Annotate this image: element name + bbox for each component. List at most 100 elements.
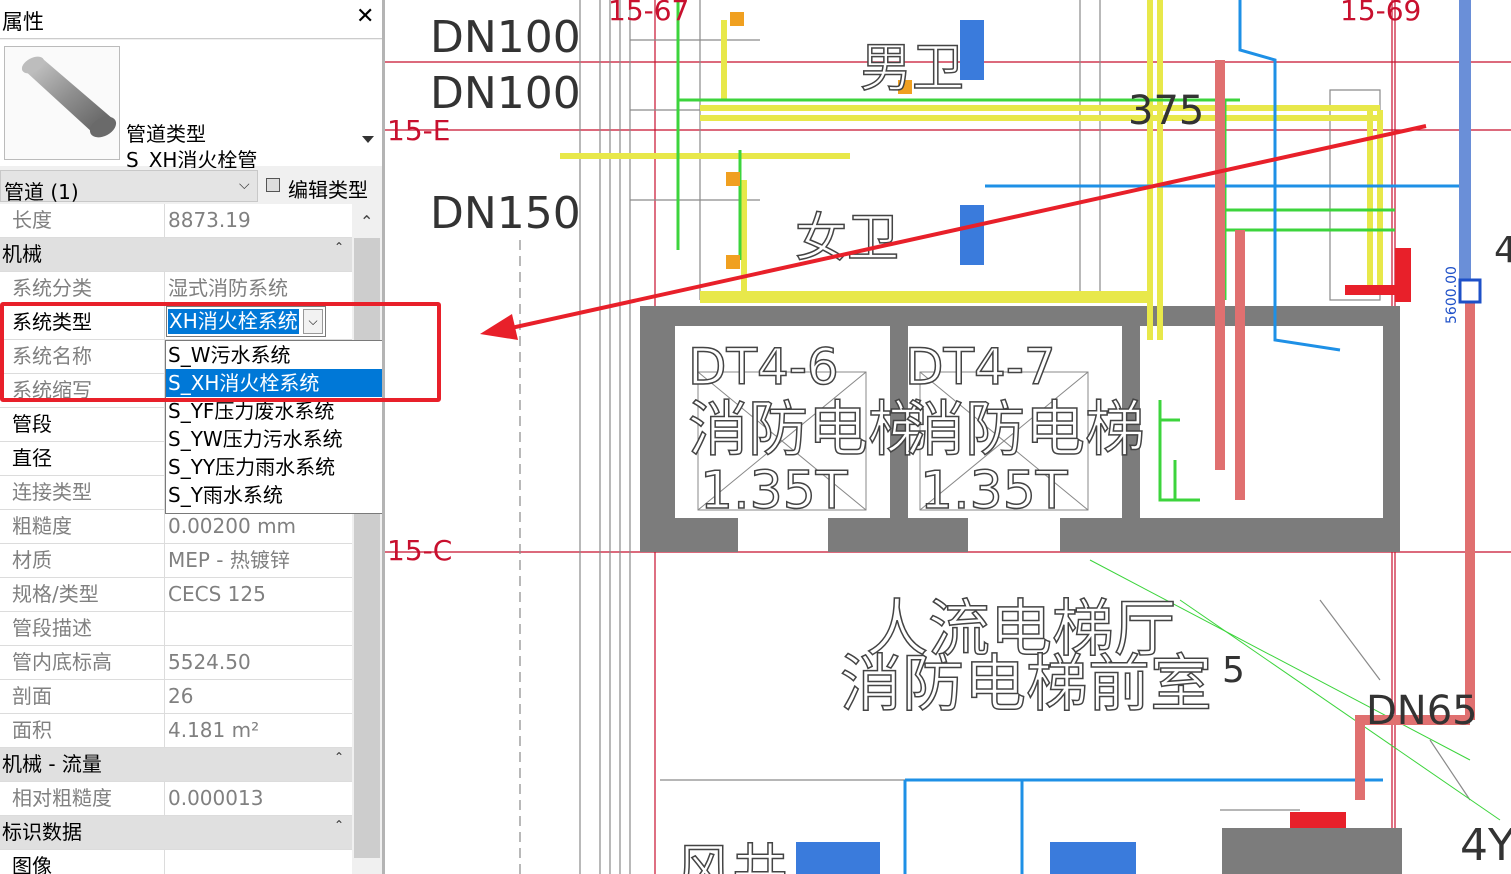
- dimension-375: 375: [1128, 88, 1204, 134]
- properties-panel: 属性 ✕ 管道类型 S_XH消火栓管 管道 (1) ⌵ 编辑类型 长度 8873…: [0, 0, 385, 874]
- property-label: 管内底标高: [0, 646, 165, 679]
- property-value: MEP - 热镀锌: [168, 548, 290, 572]
- edit-type-label: 编辑类型: [288, 178, 368, 202]
- group-label: 标识数据: [2, 820, 82, 844]
- property-row-material[interactable]: 材质 MEP - 热镀锌: [0, 544, 352, 578]
- elevator-name-2: 消防电梯: [905, 395, 1145, 465]
- room-label-women-wc: 女卫: [795, 209, 899, 269]
- room-label-wind-shaft: 风井: [676, 839, 788, 874]
- panel-title: 属性: [2, 10, 44, 34]
- property-row-image[interactable]: 图像: [0, 850, 352, 874]
- instance-filter-row: 管道 (1) ⌵ 编辑类型: [0, 168, 382, 204]
- grid-label-15-C: 15-C: [387, 534, 452, 567]
- edit-type-button[interactable]: 编辑类型: [262, 170, 380, 202]
- property-value: 8873.19: [168, 208, 251, 232]
- dropdown-option-selected[interactable]: S_XH消火栓系统: [166, 369, 382, 397]
- dropdown-option[interactable]: S_Y雨水系统: [166, 481, 382, 509]
- pipe-size-dn150: DN150: [430, 188, 581, 239]
- chevron-down-icon: ⌵: [239, 177, 250, 193]
- group-header-mechanical-flow[interactable]: 机械 - 流量 ⌃: [0, 748, 352, 782]
- property-value: 0.00200 mm: [168, 514, 297, 538]
- dropdown-option[interactable]: S_YW压力污水系统: [166, 425, 382, 453]
- collapse-icon[interactable]: ⌃: [334, 240, 344, 254]
- property-label: 粗糙度: [0, 510, 165, 543]
- property-row-length[interactable]: 长度 8873.19: [0, 204, 352, 238]
- elevator-id-dt47: DT4-7: [905, 338, 1056, 396]
- property-label: 长度: [0, 204, 165, 237]
- group-header-identity-data[interactable]: 标识数据 ⌃: [0, 816, 352, 850]
- property-value: 5524.50: [168, 650, 251, 674]
- collapse-icon[interactable]: ⌃: [334, 750, 344, 764]
- property-label: 系统缩写: [0, 374, 165, 407]
- number-4: 4: [1494, 230, 1511, 271]
- chevron-down-icon[interactable]: ⌵: [303, 309, 323, 334]
- property-label: 直径: [0, 442, 165, 475]
- grid-label-15-67: 15-67: [608, 0, 689, 27]
- property-value: 湿式消防系统: [168, 276, 288, 300]
- property-row-relative-roughness[interactable]: 相对粗糙度 0.000013: [0, 782, 352, 816]
- scroll-up-icon[interactable]: ⌃: [360, 212, 373, 231]
- property-value: 26: [168, 684, 194, 708]
- close-icon[interactable]: ✕: [356, 4, 374, 29]
- pipe-preview-icon: [21, 56, 117, 138]
- property-row-roughness[interactable]: 粗糙度 0.00200 mm: [0, 510, 352, 544]
- scrollbar-thumb[interactable]: [354, 238, 380, 858]
- property-row-section[interactable]: 剖面 26: [0, 680, 352, 714]
- panel-scrollbar[interactable]: ⌃: [352, 204, 382, 874]
- instance-filter-label: 管道 (1): [4, 180, 79, 204]
- system-type-combobox[interactable]: XH消火栓系统 ⌵: [166, 306, 326, 337]
- pipe-size-dn100-b: DN100: [430, 68, 581, 119]
- system-type-dropdown-list[interactable]: S_W污水系统 S_XH消火栓系统 S_YF压力废水系统 S_YW压力污水系统 …: [165, 340, 382, 514]
- property-label: 管段描述: [0, 612, 165, 645]
- group-header-mechanical[interactable]: 机械 ⌃: [0, 238, 352, 272]
- property-label: 相对粗糙度: [0, 782, 165, 815]
- property-label: 系统类型: [0, 306, 165, 339]
- type-family-label: 管道类型: [126, 122, 206, 146]
- edit-type-icon: [266, 178, 280, 192]
- edge-label-4y: 4Y: [1460, 820, 1511, 871]
- instance-filter-dropdown[interactable]: 管道 (1) ⌵: [0, 170, 258, 204]
- elevation-5600: 5600.00: [1444, 266, 1460, 324]
- dropdown-option[interactable]: S_W污水系统: [166, 341, 382, 369]
- property-label: 剖面: [0, 680, 165, 713]
- elevator-load-2: 1.35T: [920, 461, 1068, 521]
- property-value: CECS 125: [168, 582, 266, 606]
- dropdown-option[interactable]: S_YY压力雨水系统: [166, 453, 382, 481]
- drawing-canvas[interactable]: 15-67 15-69 15-E 15-C DN100 DN100 DN150 …: [385, 0, 1511, 874]
- property-value: [166, 850, 352, 874]
- room-label-anteroom: 消防电梯前室: [840, 647, 1212, 720]
- property-label: 图像: [0, 850, 165, 874]
- group-label: 机械: [2, 242, 42, 266]
- dropdown-option[interactable]: S_YF压力废水系统: [166, 397, 382, 425]
- pipe-type-thumbnail: [4, 46, 120, 160]
- elevator-name-1: 消防电梯: [688, 395, 928, 465]
- elevator-id-dt46: DT4-6: [688, 338, 839, 396]
- panel-header: 属性 ✕: [0, 0, 382, 39]
- pipe-size-dn100-a: DN100: [430, 12, 581, 63]
- elevator-load-1: 1.35T: [700, 461, 848, 521]
- property-label: 材质: [0, 544, 165, 577]
- property-label: 系统名称: [0, 340, 165, 373]
- property-row-area[interactable]: 面积 4.181 m²: [0, 714, 352, 748]
- collapse-icon[interactable]: ⌃: [334, 818, 344, 832]
- property-value: [166, 612, 352, 645]
- property-value: 0.000013: [168, 786, 264, 810]
- property-row-system-class[interactable]: 系统分类 湿式消防系统: [0, 272, 352, 306]
- type-selector[interactable]: 管道类型 S_XH消火栓管: [0, 40, 382, 172]
- property-row-spec[interactable]: 规格/类型 CECS 125: [0, 578, 352, 612]
- property-label: 系统分类: [0, 272, 165, 305]
- property-value: 4.181 m²: [168, 718, 260, 742]
- property-label: 连接类型: [0, 476, 165, 509]
- type-dropdown-icon[interactable]: [362, 136, 374, 143]
- pipe-size-dn65: DN65: [1366, 688, 1478, 734]
- property-row-bottom-elevation[interactable]: 管内底标高 5524.50: [0, 646, 352, 680]
- number-5: 5: [1222, 650, 1245, 691]
- property-row-segment-desc[interactable]: 管段描述: [0, 612, 352, 646]
- property-label: 管段: [0, 408, 165, 441]
- property-label: 规格/类型: [0, 578, 165, 611]
- grid-label-15-69: 15-69: [1340, 0, 1421, 27]
- group-label: 机械 - 流量: [2, 752, 102, 776]
- property-grid: 长度 8873.19 机械 ⌃ 系统分类 湿式消防系统 系统类型 系统名称 系统…: [0, 204, 352, 874]
- property-label: 面积: [0, 714, 165, 747]
- system-type-selected-text[interactable]: XH消火栓系统: [168, 309, 299, 334]
